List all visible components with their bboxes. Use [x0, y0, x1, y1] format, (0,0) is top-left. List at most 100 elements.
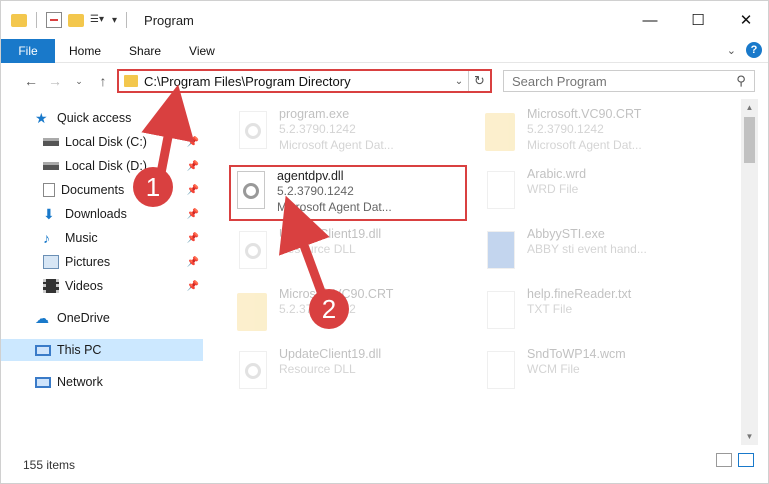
scroll-down-icon[interactable]: ▼: [741, 428, 758, 445]
file-tile[interactable]: Microsoft.VC90.CRT 5.2.3790.1242 Microso…: [481, 107, 731, 163]
tab-file[interactable]: File: [1, 38, 55, 63]
sidebar-item-label: Pictures: [65, 255, 111, 269]
sidebar-item-label: Local Disk (D:): [65, 159, 147, 173]
folder-icon: [233, 291, 271, 337]
recent-locations-button[interactable]: ⌄: [67, 69, 91, 93]
window-title: Program: [144, 12, 194, 28]
file-type: TXT File: [527, 302, 573, 316]
file-tile[interactable]: Arabic.wrd WRD File: [481, 167, 731, 223]
file-type: ABBY sti event hand...: [527, 242, 647, 256]
ribbon-right-controls: ⌄ ?: [727, 42, 762, 58]
chevron-down-icon[interactable]: ▾: [112, 15, 117, 26]
forward-button[interactable]: →: [43, 69, 67, 93]
search-icon[interactable]: ⚲: [728, 73, 754, 89]
search-input[interactable]: [512, 73, 722, 89]
close-button[interactable]: ✕: [722, 1, 768, 39]
file-icon: [481, 291, 519, 337]
network-icon: [35, 376, 51, 388]
address-bar[interactable]: C:\Program Files\Program Directory ⌄ ↻: [117, 69, 492, 93]
star-icon: ★: [35, 110, 48, 126]
file-type: WCM File: [527, 362, 580, 376]
minimize-button[interactable]: —: [626, 1, 674, 39]
navigation-pane: ★ Quick access Local Disk (C:) 📌 Local D…: [1, 99, 207, 445]
large-icons-view-icon[interactable]: [738, 453, 754, 467]
folder-icon: [481, 111, 519, 157]
help-icon[interactable]: ?: [746, 42, 762, 58]
file-name: Microsoft.VC90.CRT: [527, 107, 642, 121]
file-type: WRD File: [527, 182, 579, 196]
file-name: program.exe: [279, 107, 350, 121]
sidebar-item-pictures[interactable]: Pictures 📌: [1, 251, 203, 273]
file-tile[interactable]: UpdateClient19.dll Resource DLL: [233, 347, 483, 403]
properties-icon[interactable]: [46, 12, 62, 28]
sidebar-item-label: Network: [57, 375, 103, 389]
expand-ribbon-icon[interactable]: ⌄: [727, 44, 736, 57]
pin-icon[interactable]: 📌: [187, 185, 199, 196]
sidebar-item-quick-access[interactable]: ★ Quick access: [1, 107, 203, 129]
sidebar-item-onedrive[interactable]: ☁ OneDrive: [1, 307, 203, 329]
explorer-window: ☰▾ ▾ Program — ☐ ✕ File Home Share View …: [0, 0, 769, 484]
file-name: help.fineReader.txt: [527, 287, 632, 301]
address-path[interactable]: C:\Program Files\Program Directory: [144, 74, 450, 89]
file-version: 5.2.3790.1242: [277, 184, 354, 198]
title-bar: ☰▾ ▾ Program — ☐ ✕: [1, 1, 768, 39]
pin-icon[interactable]: 📌: [187, 209, 199, 220]
sidebar-item-label: Quick access: [57, 111, 132, 125]
sidebar-item-music[interactable]: ♪ Music 📌: [1, 227, 203, 249]
pin-icon[interactable]: 📌: [187, 281, 199, 292]
sidebar-item-this-pc[interactable]: This PC: [1, 339, 203, 361]
sidebar-item-label: Downloads: [65, 207, 127, 221]
tab-home[interactable]: Home: [55, 39, 115, 63]
search-box[interactable]: ⚲: [503, 70, 755, 92]
file-tile[interactable]: program.exe 5.2.3790.1242 Microsoft Agen…: [233, 107, 483, 163]
status-bar: 155 items: [1, 445, 768, 483]
scroll-up-icon[interactable]: ▲: [741, 99, 758, 116]
tab-share[interactable]: Share: [115, 39, 175, 63]
sidebar-item-local-disk-d[interactable]: Local Disk (D:) 📌: [1, 155, 203, 177]
step-badge-2: 2: [309, 289, 349, 329]
file-tile[interactable]: AbbyySTI.exe ABBY sti event hand...: [481, 227, 731, 283]
quick-access-toolbar: ☰▾ ▾ Program: [1, 1, 194, 39]
tab-view[interactable]: View: [175, 39, 229, 63]
new-folder-icon[interactable]: [68, 13, 84, 27]
sidebar-item-local-disk-c[interactable]: Local Disk (C:) 📌: [1, 131, 203, 153]
sidebar-item-label: Local Disk (C:): [65, 135, 147, 149]
file-tile[interactable]: Microsoft.VC90.CRT 5.2.3790.1242: [233, 287, 483, 343]
file-name: AbbyySTI.exe: [527, 227, 605, 241]
file-tile[interactable]: help.fineReader.txt TXT File: [481, 287, 731, 343]
details-view-icon[interactable]: [716, 453, 732, 467]
file-name: UpdateClient19.dll: [279, 227, 382, 241]
dll-file-icon: [233, 231, 271, 277]
sidebar-item-network[interactable]: Network: [1, 371, 203, 393]
documents-icon: [43, 183, 55, 197]
pin-icon[interactable]: 📌: [187, 137, 199, 148]
exe-file-icon: [481, 231, 519, 277]
file-tile[interactable]: UpdateClient19.dll Resource DLL: [233, 227, 483, 283]
pin-icon[interactable]: 📌: [187, 161, 199, 172]
cloud-icon: ☁: [35, 310, 49, 326]
vertical-scrollbar[interactable]: ▲ ▼: [741, 99, 758, 445]
item-count: 155 items: [23, 458, 76, 472]
sidebar-item-label: OneDrive: [57, 311, 110, 325]
chevron-down-icon[interactable]: ⌄: [450, 76, 468, 87]
sidebar-item-videos[interactable]: Videos 📌: [1, 275, 203, 297]
file-tile-agentdpv-dll[interactable]: agentdpv.dll 5.2.3790.1242 Microsoft Age…: [229, 165, 467, 221]
back-button[interactable]: ←: [19, 69, 43, 93]
drive-icon: [43, 162, 59, 170]
sidebar-item-downloads[interactable]: ⬇ Downloads 📌: [1, 203, 203, 225]
sidebar-item-label: Music: [65, 231, 98, 245]
customize-toolbar-icon[interactable]: ☰▾: [90, 12, 106, 28]
up-button[interactable]: ↑: [91, 69, 115, 93]
file-tile[interactable]: SndToWP14.wcm WCM File: [481, 347, 731, 403]
pin-icon[interactable]: 📌: [187, 257, 199, 268]
pin-icon[interactable]: 📌: [187, 233, 199, 244]
maximize-button[interactable]: ☐: [674, 1, 722, 39]
refresh-button[interactable]: ↻: [468, 71, 490, 91]
file-list: program.exe 5.2.3790.1242 Microsoft Agen…: [211, 99, 741, 445]
videos-icon: [43, 279, 59, 293]
sidebar-item-label: Videos: [65, 279, 103, 293]
dll-file-icon: [231, 171, 269, 217]
scrollbar-thumb[interactable]: [744, 117, 755, 163]
folder-icon: [11, 13, 27, 27]
dll-file-icon: [233, 351, 271, 397]
